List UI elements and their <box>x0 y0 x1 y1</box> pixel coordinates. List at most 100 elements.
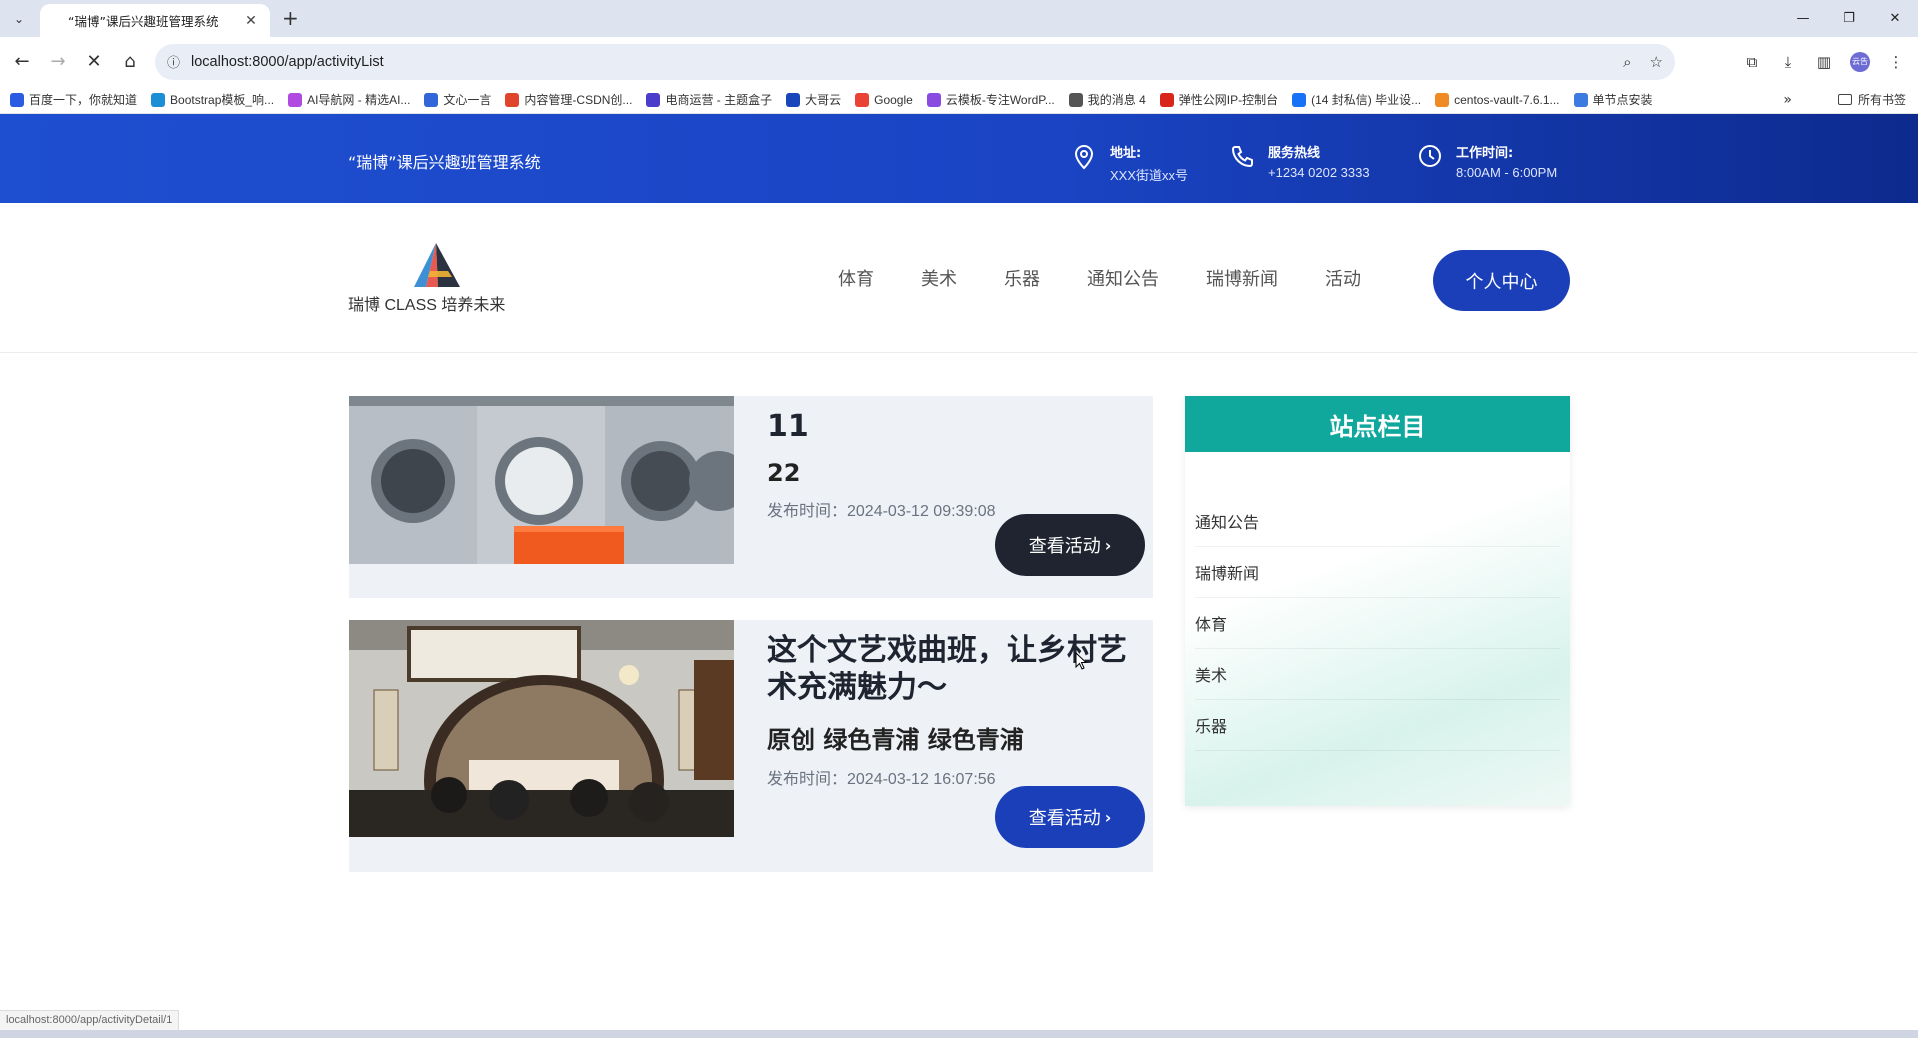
browser-toolbar: ← → ✕ ⌂ ⓘ localhost:8000/app/activityLis… <box>0 37 1918 86</box>
bookmark-item[interactable]: 大哥云 <box>786 91 841 108</box>
address-info: 地址: XXX街道xx号 <box>1072 142 1188 184</box>
bookmark-favicon-icon <box>288 92 303 107</box>
bookmark-favicon-icon <box>1292 92 1307 107</box>
menu-item-activities[interactable]: 活动 <box>1325 265 1361 291</box>
bookmark-item[interactable]: Bootstrap模板_响... <box>151 91 274 108</box>
address-url[interactable]: localhost:8000/app/activityList <box>191 54 1605 70</box>
bookmark-item[interactable]: 我的消息 4 <box>1068 91 1146 108</box>
menu-item-news[interactable]: 瑞博新闻 <box>1206 265 1278 291</box>
bookmark-favicon-icon <box>1068 92 1083 107</box>
view-activity-button[interactable]: 查看活动 › <box>995 786 1145 848</box>
bookmark-label: 单节点安装 <box>1592 93 1653 107</box>
bookmark-favicon-icon <box>424 92 439 107</box>
sidebar-item-news[interactable]: 瑞博新闻 <box>1195 547 1560 598</box>
window-controls: — ❐ ✕ <box>1780 0 1918 37</box>
all-bookmarks-button[interactable]: 所有书签 <box>1837 91 1906 108</box>
bookmarks-more-icon[interactable]: » <box>1783 92 1792 108</box>
bookmark-item[interactable]: 百度一下，你就知道 <box>10 91 137 108</box>
tab-search-icon[interactable]: ⌄ <box>8 8 30 30</box>
mouse-cursor-icon <box>1075 652 1087 670</box>
site-title: “瑞博”课后兴趣班管理系统 <box>348 153 541 172</box>
tab-close-icon[interactable]: ✕ <box>242 13 260 29</box>
side-panel-icon[interactable]: ▥ <box>1806 44 1842 80</box>
site-logo[interactable]: 瑞博 CLASS 培养未来 <box>348 241 518 315</box>
bookmark-favicon-icon <box>1159 92 1174 107</box>
address-value: XXX街道xx号 <box>1110 168 1189 183</box>
activity-title[interactable]: 11 <box>767 408 1137 445</box>
bookmark-item[interactable]: 内容管理-CSDN创... <box>505 91 632 108</box>
profile-avatar[interactable]: 云告 <box>1842 44 1878 80</box>
bookmark-item[interactable]: 弹性公网IP-控制台 <box>1159 91 1279 108</box>
browser-tab-active[interactable]: “瑞博”课后兴趣班管理系统 ✕ <box>40 4 270 37</box>
back-arrow-icon[interactable]: ← <box>4 44 40 80</box>
view-activity-button[interactable]: 查看活动 › <box>995 514 1145 576</box>
menu-item-instruments[interactable]: 乐器 <box>1004 265 1040 291</box>
bookmark-star-icon[interactable]: ☆ <box>1650 53 1663 71</box>
bookmark-favicon-icon <box>10 92 24 107</box>
bookmark-item[interactable]: 电商运营 - 主题盒子 <box>646 91 772 108</box>
bookmark-label: Google <box>874 92 913 107</box>
activity-image-laundry[interactable] <box>349 396 734 564</box>
new-tab-plus-icon[interactable]: + <box>282 7 299 29</box>
sidebar-item-notices[interactable]: 通知公告 <box>1195 496 1560 547</box>
sidebar-title: 站点栏目 <box>1185 396 1570 452</box>
close-window-icon[interactable]: ✕ <box>1872 0 1918 37</box>
sidebar-item-art[interactable]: 美术 <box>1195 649 1560 700</box>
chevron-right-icon: › <box>1104 807 1112 827</box>
bookmark-item[interactable]: centos-vault-7.6.1... <box>1435 92 1560 107</box>
bookmark-favicon-icon <box>926 92 941 107</box>
personal-center-button[interactable]: 个人中心 <box>1433 250 1570 311</box>
status-bar-link: localhost:8000/app/activityDetail/1 <box>0 1010 180 1030</box>
hours-info: 工作时间: 8:00AM - 6:00PM <box>1418 142 1557 180</box>
download-icon[interactable]: ⤓ <box>1770 44 1806 80</box>
bookmark-label: (14 封私信) 毕业设... <box>1311 93 1422 107</box>
stop-loading-icon[interactable]: ✕ <box>76 44 112 80</box>
hotline-info: 服务热线 +1234 0202 3333 <box>1230 142 1370 180</box>
menu-item-art[interactable]: 美术 <box>921 265 957 291</box>
bookmark-favicon-icon <box>505 92 520 107</box>
browser-tab-strip: ⌄ “瑞博”课后兴趣班管理系统 ✕ + — ❐ ✕ <box>0 0 1918 37</box>
bookmark-label: 弹性公网IP-控制台 <box>1178 93 1279 107</box>
activity-image-opera[interactable] <box>349 620 734 837</box>
tab-title: “瑞博”课后兴趣班管理系统 <box>68 14 219 29</box>
hours-label: 工作时间: <box>1456 146 1514 161</box>
bookmark-favicon-icon <box>646 92 661 107</box>
menu-item-sports[interactable]: 体育 <box>838 265 874 291</box>
restore-icon[interactable]: ❐ <box>1826 0 1872 37</box>
activity-subtitle: 22 <box>767 459 801 487</box>
bookmark-favicon-icon <box>786 92 801 107</box>
logo-triangle-icon <box>414 243 460 287</box>
bookmark-label: 电商运营 - 主题盒子 <box>665 93 773 107</box>
bookmark-item[interactable]: 云模板-专注WordP... <box>926 91 1055 108</box>
sidebar-item-instruments[interactable]: 乐器 <box>1195 700 1560 751</box>
zoom-icon[interactable]: ⌕ <box>1623 53 1631 71</box>
forward-arrow-icon[interactable]: → <box>40 44 76 80</box>
activity-subtitle: 原创 绿色青浦 绿色青浦 <box>767 726 1024 754</box>
minimize-icon[interactable]: — <box>1780 0 1826 37</box>
hotline-label: 服务热线 <box>1268 146 1321 161</box>
bookmark-item[interactable]: AI导航网 - 精选AI... <box>288 91 410 108</box>
extensions-icon[interactable]: ⧉ <box>1734 44 1770 80</box>
home-icon[interactable]: ⌂ <box>112 44 148 80</box>
main-navbar: 瑞博 CLASS 培养未来 体育 美术 乐器 通知公告 瑞博新闻 活动 个人中心 <box>0 203 1918 353</box>
bookmark-item[interactable]: Google <box>855 92 913 107</box>
bookmark-favicon-icon <box>1573 92 1588 107</box>
bookmark-item[interactable]: 文心一言 <box>424 91 491 108</box>
bookmark-label: 云模板-专注WordP... <box>945 93 1055 107</box>
activity-card: 11 22 发布时间：2024-03-12 09:39:08 查看活动 › <box>349 396 1153 598</box>
bookmark-label: 内容管理-CSDN创... <box>524 93 633 107</box>
bookmark-favicon-icon <box>151 92 166 107</box>
site-info-icon[interactable]: ⓘ <box>167 52 191 71</box>
bookmark-item[interactable]: (14 封私信) 毕业设... <box>1292 91 1421 108</box>
chevron-right-icon: › <box>1104 535 1112 555</box>
sidebar-item-sports[interactable]: 体育 <box>1195 598 1560 649</box>
bookmark-item[interactable]: 单节点安装 <box>1573 91 1653 108</box>
menu-item-notices[interactable]: 通知公告 <box>1087 265 1159 291</box>
more-menu-icon[interactable]: ⋮ <box>1878 44 1914 80</box>
folder-icon <box>1837 94 1852 105</box>
bookmark-label: Bootstrap模板_响... <box>170 93 275 107</box>
main-menu: 体育 美术 乐器 通知公告 瑞博新闻 活动 <box>838 203 1408 353</box>
activity-list: 11 22 发布时间：2024-03-12 09:39:08 查看活动 › 这个… <box>349 396 1153 894</box>
address-bar[interactable]: ⓘ localhost:8000/app/activityList ⌕ ☆ <box>155 43 1675 80</box>
bookmark-label: centos-vault-7.6.1... <box>1454 92 1560 107</box>
